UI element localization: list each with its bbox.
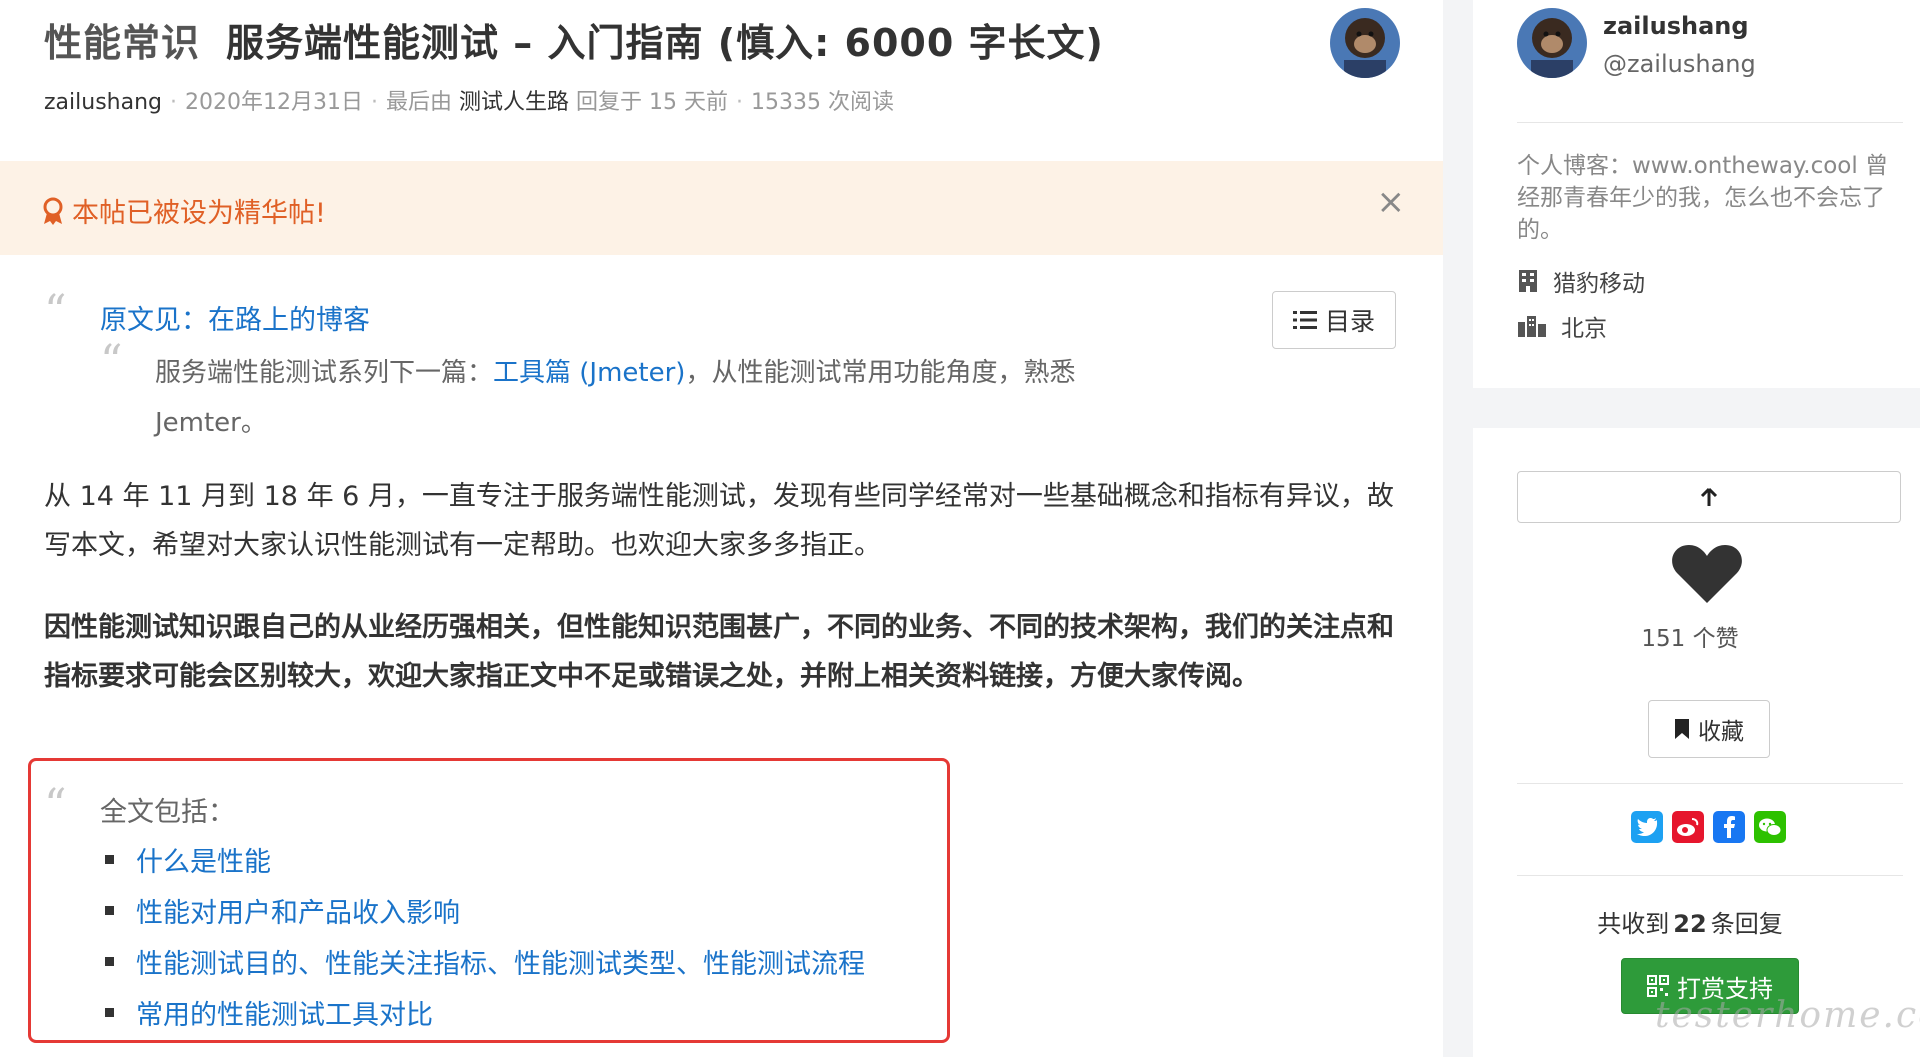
page-title: 性能常识 服务端性能测试 – 入门指南 (慎入: 6000 字长文) <box>44 12 1104 67</box>
profile-company: 猎豹移动 <box>1517 264 1645 298</box>
city-icon <box>1518 316 1546 337</box>
bookmark-icon <box>1675 719 1689 739</box>
scroll-top-button[interactable] <box>1517 471 1901 523</box>
topic-category[interactable]: 性能常识 <box>44 21 200 65</box>
profile-name[interactable]: zailushang <box>1603 12 1749 40</box>
contents-link[interactable]: 常用的性能测试工具对比 <box>136 993 433 1032</box>
source-prefix: 原文见： <box>100 305 208 336</box>
contents-link[interactable]: 什么是性能 <box>136 840 271 879</box>
qrcode-icon <box>1647 975 1669 997</box>
profile-city: 北京 <box>1517 309 1607 343</box>
list-item: 常用的性能测试工具对比 <box>100 987 865 1038</box>
reply-count: 共收到 22 条回复 <box>1597 910 1783 938</box>
excellent-banner: 本帖已被设为精华帖! × <box>0 161 1443 255</box>
author-card: zailushang @zailushang 个人博客：www.ontheway… <box>1473 0 1920 388</box>
source-link[interactable]: 在路上的博客 <box>208 305 370 336</box>
note-paragraph: 因性能测试知识跟自己的从业经历强相关，但性能知识范围甚广，不同的业务、不同的技术… <box>44 612 1394 692</box>
source-line: 原文见：在路上的博客 <box>100 298 370 337</box>
author-link[interactable]: zailushang <box>44 90 162 115</box>
wechat-icon <box>1759 818 1782 836</box>
avatar[interactable] <box>1517 8 1587 78</box>
building-icon <box>1519 270 1537 292</box>
weibo-share-button[interactable] <box>1672 811 1704 843</box>
series-note: 服务端性能测试系列下一篇：工具篇 (Jmeter)，从性能测试常用功能角度，熟悉… <box>155 358 1076 438</box>
avatar-image <box>1330 8 1400 78</box>
list-item: 性能测试目的、性能关注指标、性能测试类型、性能测试流程 <box>100 936 865 987</box>
weibo-icon <box>1677 818 1699 836</box>
intro-paragraph: 从 14 年 11 月到 18 年 6 月，一直专注于服务端性能测试，发现有些同… <box>44 481 1394 561</box>
divider <box>1517 875 1903 876</box>
series-link[interactable]: 工具篇 (Jmeter) <box>493 358 685 388</box>
heart-icon <box>1672 545 1742 603</box>
contents-link[interactable]: 性能对用户和产品收入影响 <box>136 891 460 930</box>
quote-icon: “ <box>100 336 123 387</box>
list-item: 什么是性能 <box>100 834 865 885</box>
list-item: 性能对用户和产品收入影响 <box>100 885 865 936</box>
post-date: 2020年12月31日 <box>185 90 363 115</box>
topic-meta: zailushang · 2020年12月31日 · 最后由 测试人生路 回复于 15 … <box>44 90 894 115</box>
topic-main: 性能常识 服务端性能测试 – 入门指南 (慎入: 6000 字长文) zailus… <box>0 0 1443 1057</box>
contents-list: 什么是性能 性能对用户和产品收入影响 性能测试目的、性能关注指标、性能测试类型、… <box>100 834 865 1038</box>
twitter-share-button[interactable] <box>1631 811 1663 843</box>
facebook-icon <box>1724 816 1735 838</box>
like-count: 151 个赞 <box>1641 626 1739 652</box>
twitter-icon <box>1637 818 1658 836</box>
share-buttons <box>1631 811 1786 843</box>
contents-heading: 全文包括： <box>100 797 235 828</box>
like-button[interactable] <box>1671 543 1743 609</box>
divider <box>1517 122 1903 123</box>
favorite-button[interactable]: 收藏 <box>1648 700 1770 758</box>
last-reply-prefix: 最后由 <box>385 90 452 115</box>
wechat-share-button[interactable] <box>1754 811 1786 843</box>
toc-button[interactable]: 目录 <box>1272 291 1396 349</box>
topic-title: 服务端性能测试 – 入门指南 (慎入: 6000 字长文) <box>226 21 1104 65</box>
close-icon[interactable]: × <box>1377 185 1406 219</box>
quote-icon: “ <box>44 286 67 337</box>
contents-link[interactable]: 性能测试目的、性能关注指标、性能测试类型、性能测试流程 <box>136 942 865 981</box>
award-icon <box>43 197 63 225</box>
last-reply-time: 回复于 15 天前 <box>576 90 728 115</box>
divider <box>1517 783 1903 784</box>
list-icon <box>1292 311 1317 329</box>
author-avatar[interactable] <box>1330 8 1400 78</box>
arrow-up-icon <box>1700 487 1718 506</box>
view-count: 15335 次阅读 <box>751 90 894 115</box>
watermark: testerhome.com <box>1655 995 1920 1036</box>
profile-bio: 个人博客：www.ontheway.cool 曾经那青春年少的我，怎么也不会忘了… <box>1517 153 1889 243</box>
profile-handle: @zailushang <box>1603 50 1756 78</box>
quote-icon: “ <box>44 780 67 831</box>
actions-card: 151 个赞 收藏 共收到 22 条回复 打赏支持 <box>1473 428 1920 1057</box>
excellent-banner-text: 本帖已被设为精华帖! <box>40 191 326 230</box>
last-reply-user[interactable]: 测试人生路 <box>459 90 569 115</box>
facebook-share-button[interactable] <box>1713 811 1745 843</box>
avatar-image <box>1517 8 1587 78</box>
